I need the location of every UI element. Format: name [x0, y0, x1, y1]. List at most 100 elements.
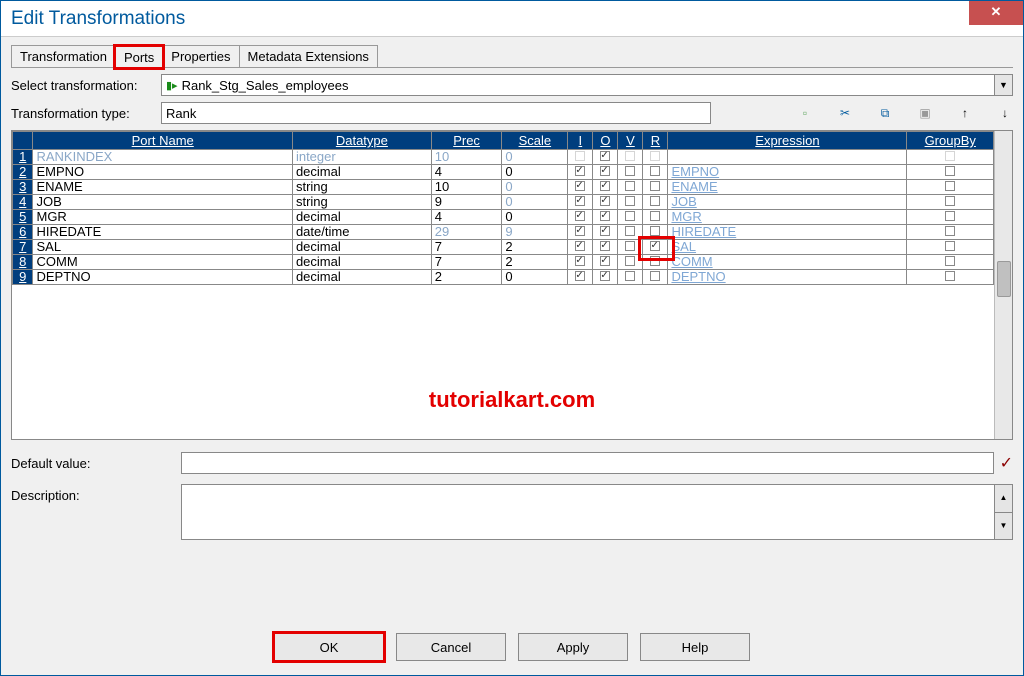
select-transformation-combo[interactable]: ▮▸ Rank_Stg_Sales_employees ▼: [161, 74, 1013, 96]
col-header-expression[interactable]: Expression: [668, 132, 907, 150]
port-name-cell[interactable]: HIREDATE: [33, 225, 292, 240]
col-header-groupby[interactable]: GroupBy: [907, 132, 994, 150]
table-row[interactable]: 5MGRdecimal40MGR: [13, 210, 994, 225]
tab-properties[interactable]: Properties: [162, 45, 239, 67]
move-down-icon[interactable]: ↓: [997, 105, 1013, 121]
datatype-cell[interactable]: date/time: [292, 225, 431, 240]
table-row[interactable]: 7SALdecimal72SAL: [13, 240, 994, 255]
row-number[interactable]: 4: [13, 195, 33, 210]
groupby-checkbox[interactable]: [907, 210, 994, 225]
v-checkbox[interactable]: [618, 255, 643, 270]
row-number[interactable]: 7: [13, 240, 33, 255]
datatype-cell[interactable]: decimal: [292, 240, 431, 255]
i-checkbox[interactable]: [568, 180, 593, 195]
r-checkbox[interactable]: [643, 255, 668, 270]
prec-cell[interactable]: 29: [431, 225, 502, 240]
r-checkbox[interactable]: [643, 270, 668, 285]
row-number[interactable]: 8: [13, 255, 33, 270]
datatype-cell[interactable]: decimal: [292, 165, 431, 180]
i-checkbox[interactable]: [568, 210, 593, 225]
row-number[interactable]: 9: [13, 270, 33, 285]
port-name-cell[interactable]: JOB: [33, 195, 292, 210]
table-row[interactable]: 9DEPTNOdecimal20DEPTNO: [13, 270, 994, 285]
groupby-checkbox[interactable]: [907, 150, 994, 165]
o-checkbox[interactable]: [593, 180, 618, 195]
col-header-o[interactable]: O: [593, 132, 618, 150]
r-checkbox[interactable]: [643, 195, 668, 210]
r-checkbox[interactable]: [643, 150, 668, 165]
table-row[interactable]: 1RANKINDEXinteger100: [13, 150, 994, 165]
scale-cell[interactable]: 0: [502, 165, 568, 180]
r-checkbox[interactable]: [643, 180, 668, 195]
port-name-cell[interactable]: DEPTNO: [33, 270, 292, 285]
i-checkbox[interactable]: [568, 150, 593, 165]
port-name-cell[interactable]: RANKINDEX: [33, 150, 292, 165]
groupby-checkbox[interactable]: [907, 240, 994, 255]
datatype-cell[interactable]: string: [292, 180, 431, 195]
expression-cell[interactable]: [668, 150, 907, 165]
expression-cell[interactable]: ENAME: [668, 180, 907, 195]
groupby-checkbox[interactable]: [907, 165, 994, 180]
help-button[interactable]: Help: [640, 633, 750, 661]
datatype-cell[interactable]: decimal: [292, 210, 431, 225]
col-header-portname[interactable]: Port Name: [33, 132, 292, 150]
groupby-checkbox[interactable]: [907, 180, 994, 195]
ports-grid[interactable]: Port Name Datatype Prec Scale I O V R Ex…: [12, 131, 994, 285]
col-header-rownum[interactable]: [13, 132, 33, 150]
r-checkbox[interactable]: [643, 225, 668, 240]
prec-cell[interactable]: 4: [431, 165, 502, 180]
col-header-r[interactable]: R: [643, 132, 668, 150]
o-checkbox[interactable]: [593, 195, 618, 210]
groupby-checkbox[interactable]: [907, 255, 994, 270]
col-header-scale[interactable]: Scale: [502, 132, 568, 150]
v-checkbox[interactable]: [618, 270, 643, 285]
paste-icon[interactable]: ▣: [917, 105, 933, 121]
cancel-button[interactable]: Cancel: [396, 633, 506, 661]
row-number[interactable]: 5: [13, 210, 33, 225]
expression-cell[interactable]: COMM: [668, 255, 907, 270]
expression-cell[interactable]: SAL: [668, 240, 907, 255]
v-checkbox[interactable]: [618, 150, 643, 165]
ok-button[interactable]: OK: [274, 633, 384, 661]
default-value-field[interactable]: [181, 452, 994, 474]
groupby-checkbox[interactable]: [907, 270, 994, 285]
table-row[interactable]: 4JOBstring90JOB: [13, 195, 994, 210]
v-checkbox[interactable]: [618, 225, 643, 240]
expression-cell[interactable]: MGR: [668, 210, 907, 225]
row-number[interactable]: 6: [13, 225, 33, 240]
scale-cell[interactable]: 2: [502, 255, 568, 270]
validate-icon[interactable]: ✓: [1000, 453, 1013, 473]
copy-icon[interactable]: ⧉: [877, 105, 893, 121]
i-checkbox[interactable]: [568, 240, 593, 255]
row-number[interactable]: 1: [13, 150, 33, 165]
row-number[interactable]: 3: [13, 180, 33, 195]
row-number[interactable]: 2: [13, 165, 33, 180]
expression-cell[interactable]: JOB: [668, 195, 907, 210]
prec-cell[interactable]: 7: [431, 255, 502, 270]
o-checkbox[interactable]: [593, 240, 618, 255]
table-row[interactable]: 6HIREDATEdate/time299HIREDATE: [13, 225, 994, 240]
spin-up-icon[interactable]: ▲: [995, 485, 1012, 513]
port-name-cell[interactable]: COMM: [33, 255, 292, 270]
prec-cell[interactable]: 10: [431, 180, 502, 195]
move-up-icon[interactable]: ↑: [957, 105, 973, 121]
spin-down-icon[interactable]: ▼: [995, 513, 1012, 540]
v-checkbox[interactable]: [618, 180, 643, 195]
prec-cell[interactable]: 2: [431, 270, 502, 285]
port-name-cell[interactable]: ENAME: [33, 180, 292, 195]
port-name-cell[interactable]: EMPNO: [33, 165, 292, 180]
o-checkbox[interactable]: [593, 150, 618, 165]
i-checkbox[interactable]: [568, 165, 593, 180]
table-row[interactable]: 2EMPNOdecimal40EMPNO: [13, 165, 994, 180]
i-checkbox[interactable]: [568, 195, 593, 210]
description-field[interactable]: ▲ ▼: [181, 484, 1013, 540]
port-name-cell[interactable]: MGR: [33, 210, 292, 225]
o-checkbox[interactable]: [593, 165, 618, 180]
tab-metadata-extensions[interactable]: Metadata Extensions: [239, 45, 378, 67]
scale-cell[interactable]: 9: [502, 225, 568, 240]
scale-cell[interactable]: 2: [502, 240, 568, 255]
datatype-cell[interactable]: integer: [292, 150, 431, 165]
vertical-scrollbar[interactable]: [994, 131, 1012, 439]
scale-cell[interactable]: 0: [502, 150, 568, 165]
datatype-cell[interactable]: decimal: [292, 255, 431, 270]
